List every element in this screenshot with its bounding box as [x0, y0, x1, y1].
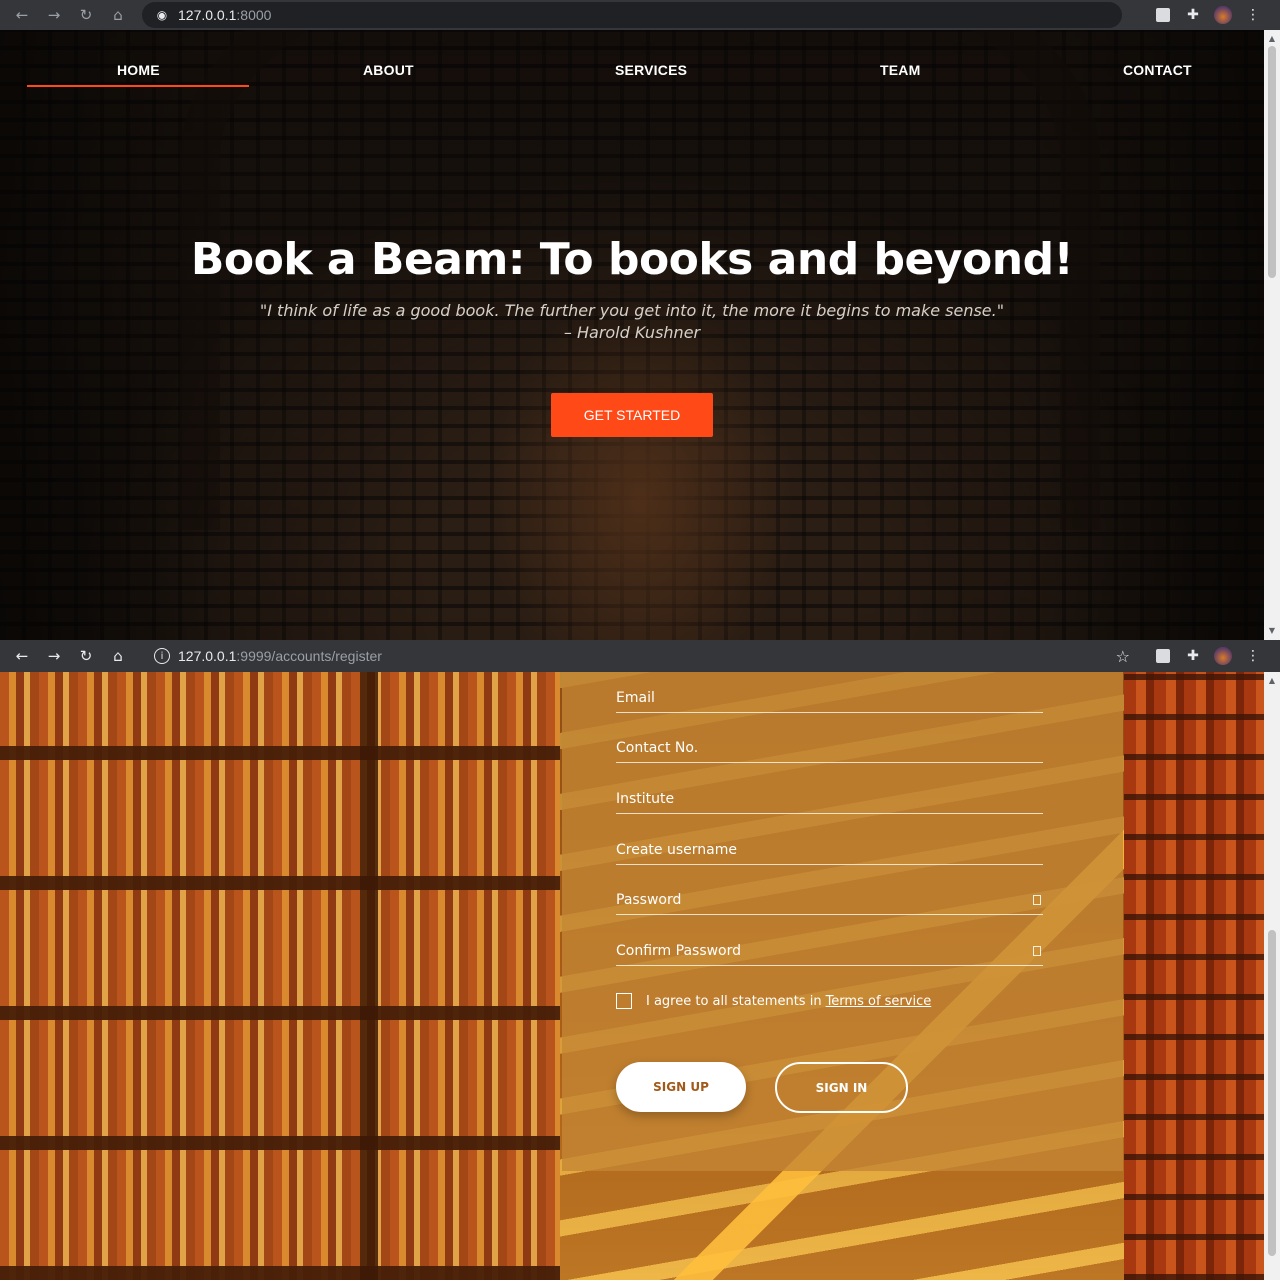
url-host: 127.0.0.1 — [178, 648, 237, 664]
email-label: Email — [616, 690, 655, 706]
terms-checkbox[interactable] — [616, 993, 632, 1009]
password-label: Password — [616, 892, 682, 908]
institute-field[interactable]: Institute — [616, 774, 1043, 814]
eye-icon[interactable] — [1033, 895, 1041, 905]
scroll-up-icon[interactable]: ▲ — [1264, 674, 1280, 688]
terms-agreement: I agree to all statements in Terms of se… — [616, 993, 931, 1009]
landing-page: HOME ABOUT SERVICES TEAM CONTACT Book a … — [0, 30, 1264, 640]
address-bar-bottom[interactable]: i 127.0.0.1:9999/accounts/register ☆ — [142, 643, 1142, 669]
url-port: :8000 — [236, 7, 272, 23]
carved-wall-background — [1124, 672, 1264, 1280]
kebab-menu-icon[interactable]: ⋮ — [1238, 644, 1268, 668]
scrollbar-thumb-bottom[interactable] — [1268, 930, 1276, 1256]
info-icon[interactable]: i — [154, 648, 170, 664]
hero-quote-author: – Harold Kushner — [563, 323, 701, 342]
register-page: Email Contact No. Institute Create usern… — [0, 672, 1264, 1280]
confirm-password-field[interactable]: Confirm Password — [616, 926, 1043, 966]
nav-services[interactable]: SERVICES — [615, 62, 687, 78]
get-started-button[interactable]: GET STARTED — [551, 393, 713, 437]
scroll-down-icon[interactable]: ▼ — [1264, 624, 1280, 638]
terms-agreement-text: I agree to all statements in — [646, 993, 822, 1009]
username-field[interactable]: Create username — [616, 825, 1043, 865]
username-label: Create username — [616, 842, 737, 858]
back-arrow-icon[interactable]: ← — [6, 644, 38, 668]
sign-in-button[interactable]: SIGN IN — [775, 1062, 908, 1113]
contact-number-field[interactable]: Contact No. — [616, 723, 1043, 763]
url-path: :9999/accounts/register — [236, 648, 382, 664]
url-host: 127.0.0.1 — [178, 7, 237, 23]
password-field[interactable]: Password — [616, 875, 1043, 915]
home-icon[interactable]: ⌂ — [102, 644, 134, 668]
scrollbar-bottom[interactable]: ▲ — [1264, 672, 1280, 1280]
eye-icon[interactable] — [1033, 946, 1041, 956]
reload-icon[interactable]: ↻ — [70, 3, 102, 27]
email-field[interactable]: Email — [616, 673, 1043, 713]
home-icon[interactable]: ⌂ — [102, 3, 134, 27]
active-nav-indicator — [27, 85, 249, 87]
puzzle-icon[interactable]: ✚ — [1178, 644, 1208, 668]
forward-arrow-icon[interactable]: → — [38, 644, 70, 668]
extension-icon[interactable] — [1148, 3, 1178, 27]
browser-toolbar-top: ← → ↻ ⌂ ◉ 127.0.0.1:8000 ✚ ⋮ — [0, 0, 1280, 30]
sign-up-button[interactable]: SIGN UP — [616, 1062, 746, 1112]
confirm-password-label: Confirm Password — [616, 943, 742, 959]
kebab-menu-icon[interactable]: ⋮ — [1238, 3, 1268, 27]
hero-title: Book a Beam: To books and beyond! — [190, 234, 1074, 285]
profile-avatar-icon[interactable] — [1208, 644, 1238, 668]
scrollbar-thumb-top[interactable] — [1268, 46, 1276, 278]
browser-toolbar-bottom: ← → ↻ ⌂ i 127.0.0.1:9999/accounts/regist… — [0, 640, 1280, 672]
extension-icon[interactable] — [1148, 644, 1178, 668]
hero-quote-block: "I think of life as a good book. The fur… — [0, 300, 1264, 344]
puzzle-icon[interactable]: ✚ — [1178, 3, 1208, 27]
register-form: Email Contact No. Institute Create usern… — [562, 672, 1123, 1171]
nav-contact[interactable]: CONTACT — [1123, 62, 1192, 78]
scrollbar-top[interactable]: ▲ ▼ — [1264, 30, 1280, 640]
hero-quote: "I think of life as a good book. The fur… — [259, 301, 1005, 320]
nav-team[interactable]: TEAM — [880, 62, 920, 78]
star-icon[interactable]: ☆ — [1116, 647, 1130, 666]
nav-about[interactable]: ABOUT — [363, 62, 414, 78]
reload-icon[interactable]: ↻ — [70, 644, 102, 668]
forward-arrow-icon[interactable]: → — [38, 3, 70, 27]
terms-of-service-link[interactable]: Terms of service — [826, 994, 932, 1009]
back-arrow-icon[interactable]: ← — [6, 3, 38, 27]
globe-icon[interactable]: ◉ — [154, 7, 170, 23]
address-bar-top[interactable]: ◉ 127.0.0.1:8000 — [142, 2, 1122, 28]
nav-home[interactable]: HOME — [117, 62, 160, 78]
contact-number-label: Contact No. — [616, 740, 699, 756]
institute-label: Institute — [616, 791, 675, 807]
main-nav: HOME ABOUT SERVICES TEAM CONTACT — [0, 30, 1264, 110]
profile-avatar-icon[interactable] — [1208, 3, 1238, 27]
scroll-up-icon[interactable]: ▲ — [1264, 32, 1280, 46]
